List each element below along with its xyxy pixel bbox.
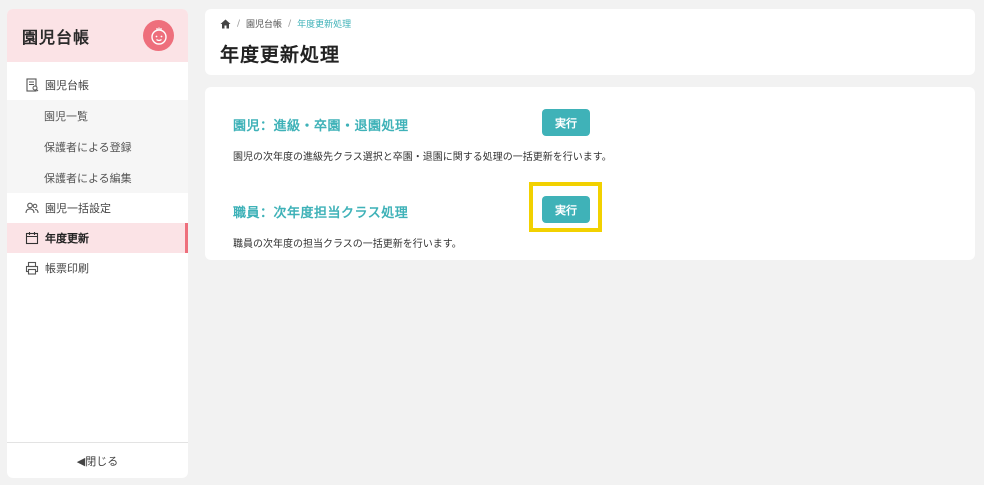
section-staff: 職員：次年度担当クラス処理 職員の次年度の担当クラスの一括更新を行います。: [233, 202, 462, 250]
section-description: 職員の次年度の担当クラスの一括更新を行います。: [233, 239, 462, 250]
calendar-icon: [25, 232, 39, 245]
sidebar-title: 園児台帳: [22, 27, 91, 47]
breadcrumb-separator: /: [288, 18, 292, 29]
sidebar-subitem-guardian-register[interactable]: 保護者による登録: [7, 131, 188, 162]
sidebar-item-label: 年度更新: [45, 232, 89, 245]
sidebar-submenu: 園児一覧 保護者による登録 保護者による編集: [7, 100, 188, 193]
sidebar-subitem-child-list[interactable]: 園児一覧: [7, 100, 188, 131]
highlight-box: [529, 182, 602, 232]
sidebar-item-year-update[interactable]: 年度更新: [7, 223, 188, 253]
sidebar-close-button[interactable]: ◀閉じる: [7, 442, 188, 478]
section-description: 園児の次年度の進級先クラス選択と卒園・退園に関する処理の一括更新を行います。: [233, 152, 612, 163]
breadcrumb-separator: /: [237, 18, 241, 29]
sidebar-item-label: 園児一括設定: [45, 202, 111, 215]
main-card: 園児：進級・卒園・退園処理 園児の次年度の進級先クラス選択と卒園・退園に関する処…: [205, 87, 975, 260]
sidebar-item-label: 帳票印刷: [45, 262, 89, 275]
page-header: / 園児台帳 / 年度更新処理 年度更新処理: [205, 9, 975, 75]
sidebar-item-bulk-settings[interactable]: 園児一括設定: [7, 193, 188, 223]
close-label: ◀閉じる: [76, 454, 119, 468]
users-icon: [25, 202, 39, 214]
home-icon[interactable]: [220, 19, 231, 29]
sidebar-item-print[interactable]: 帳票印刷: [7, 253, 188, 283]
run-children-update-button[interactable]: 実行: [542, 109, 590, 136]
page-title: 年度更新処理: [220, 44, 341, 66]
avatar[interactable]: [143, 20, 174, 51]
sidebar-subitem-guardian-edit[interactable]: 保護者による編集: [7, 162, 188, 193]
sidebar-header: 園児台帳: [7, 9, 188, 62]
sidebar: 園児台帳 園児台帳 園児一覧 保護者による登録 保護者による編集 園児一括設定 …: [7, 9, 188, 478]
printer-icon: [25, 261, 39, 275]
ledger-icon: [26, 78, 39, 92]
breadcrumb: / 園児台帳 / 年度更新処理: [220, 17, 960, 30]
section-title: 職員：次年度担当クラス処理: [233, 206, 409, 221]
sidebar-item-ledger[interactable]: 園児台帳: [7, 70, 188, 100]
child-face-icon: [150, 27, 167, 45]
breadcrumb-current: 年度更新処理: [297, 20, 352, 30]
sidebar-nav: 園児台帳 園児一覧 保護者による登録 保護者による編集 園児一括設定 年度更新 …: [7, 62, 188, 283]
sidebar-item-label: 園児台帳: [45, 79, 89, 92]
breadcrumb-item-ledger[interactable]: 園児台帳: [246, 17, 282, 30]
